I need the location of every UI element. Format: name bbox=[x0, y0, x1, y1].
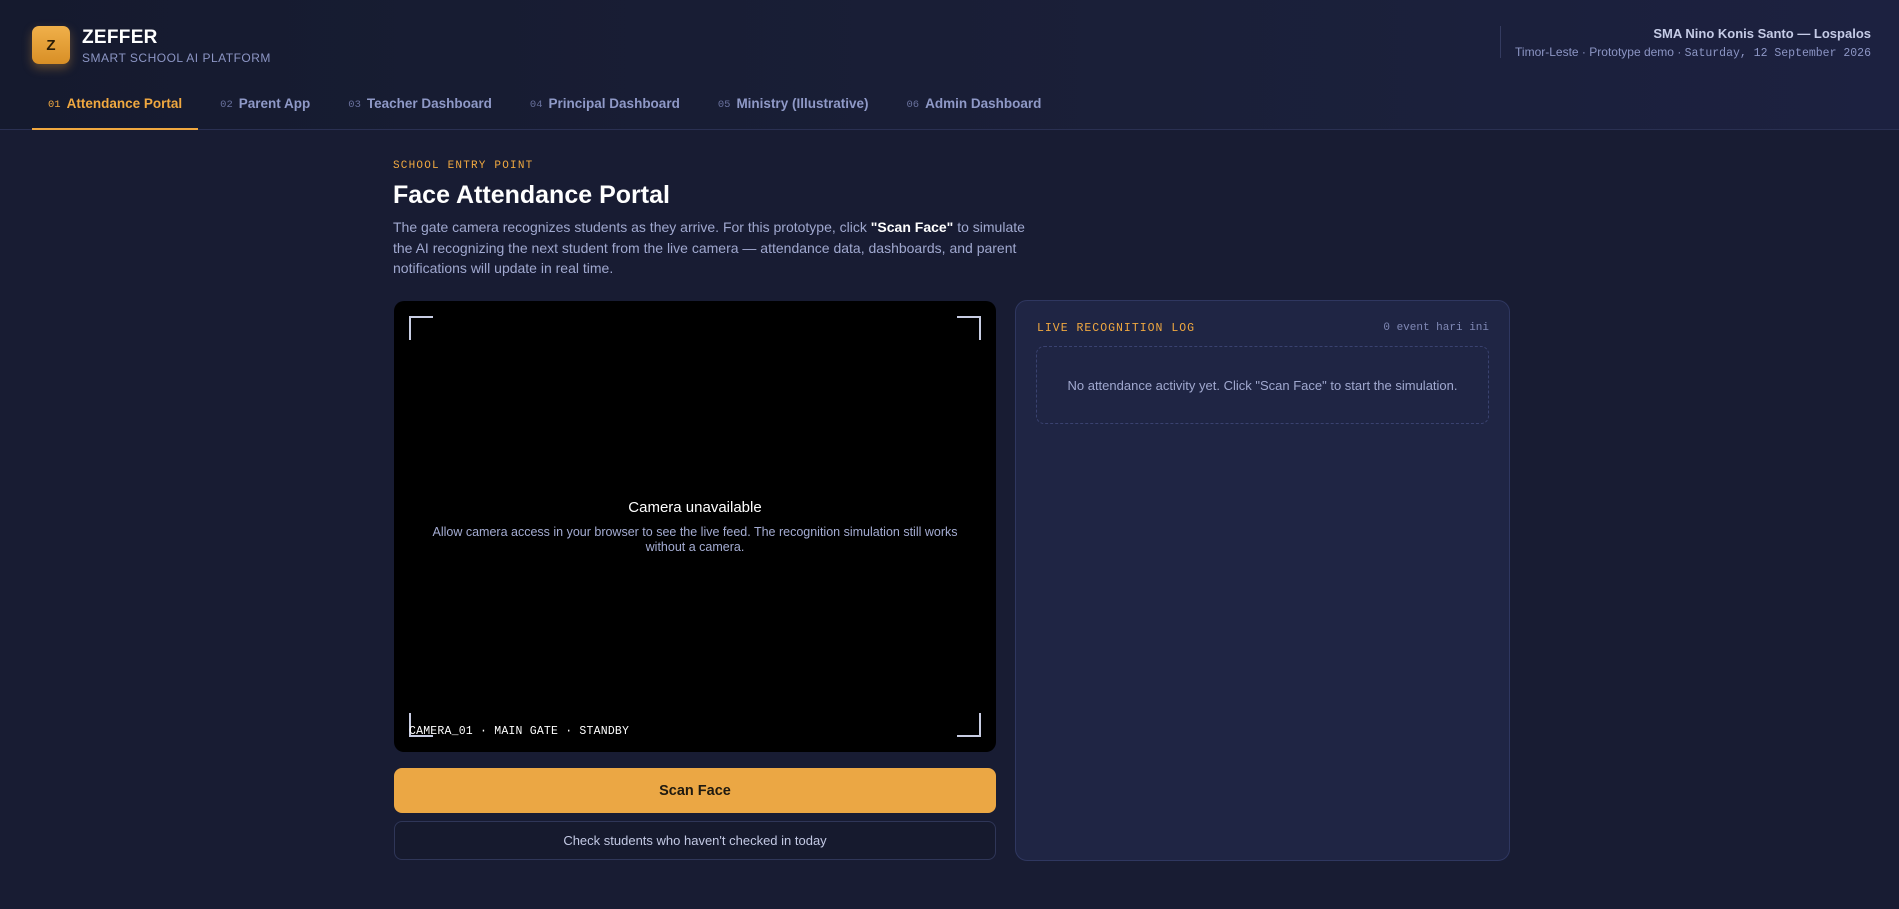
camera-feed: Camera unavailable Allow camera access i… bbox=[394, 301, 996, 752]
recognition-log-panel: LIVE RECOGNITION LOG 0 event hari ini No… bbox=[1015, 300, 1510, 861]
brand-name: ZEFFER bbox=[82, 27, 158, 48]
tab-number: 05 bbox=[717, 99, 731, 111]
camera-status-description: Allow camera access in your browser to s… bbox=[432, 525, 958, 554]
tab-parent-app[interactable]: 02 Parent App bbox=[204, 92, 326, 130]
tab-label: Principal Dashboard bbox=[548, 96, 680, 111]
scan-face-button[interactable]: Scan Face bbox=[394, 768, 996, 813]
tab-label: Admin Dashboard bbox=[925, 96, 1042, 111]
page-intro: The gate camera recognizes students as t… bbox=[393, 217, 1033, 279]
tab-label: Attendance Portal bbox=[66, 96, 183, 111]
intro-text: The gate camera recognizes students as t… bbox=[393, 219, 871, 235]
log-title: LIVE RECOGNITION LOG bbox=[1037, 322, 1196, 335]
intro-highlight: "Scan Face" bbox=[870, 219, 954, 235]
viewfinder-corner-icon bbox=[957, 316, 981, 340]
app-header: Z ZEFFER SMART SCHOOL AI PLATFORM SMA Ni… bbox=[0, 0, 1899, 130]
tab-teacher-dashboard[interactable]: 03 Teacher Dashboard bbox=[332, 92, 508, 130]
brand-subtitle: SMART SCHOOL AI PLATFORM bbox=[82, 51, 271, 65]
log-empty-state: No attendance activity yet. Click "Scan … bbox=[1036, 346, 1489, 424]
logo-icon: Z bbox=[32, 26, 70, 64]
tab-label: Teacher Dashboard bbox=[366, 96, 492, 111]
viewfinder-corner-icon bbox=[957, 713, 981, 737]
tab-label: Ministry (Illustrative) bbox=[736, 96, 869, 111]
tab-principal-dashboard[interactable]: 04 Principal Dashboard bbox=[514, 92, 696, 130]
log-event-count: 0 event hari ini bbox=[1383, 322, 1489, 334]
viewfinder-corner-icon bbox=[409, 316, 433, 340]
camera-label: CAMERA_01 · MAIN GATE · STANDBY bbox=[409, 725, 630, 738]
school-meta-prefix: Timor-Leste · Prototype demo · bbox=[1515, 45, 1685, 59]
tab-number: 03 bbox=[348, 99, 361, 111]
tab-attendance-portal[interactable]: 01 Attendance Portal bbox=[32, 92, 199, 130]
check-missing-students-button[interactable]: Check students who haven't checked in to… bbox=[394, 821, 996, 860]
tab-number: 02 bbox=[220, 99, 233, 111]
section-eyebrow: SCHOOL ENTRY POINT bbox=[393, 160, 534, 172]
current-date: Saturday, 12 September 2026 bbox=[1684, 47, 1871, 60]
school-meta: Timor-Leste · Prototype demo · Saturday,… bbox=[1515, 45, 1871, 60]
school-info: SMA Nino Konis Santo — Lospalos Timor-Le… bbox=[1500, 26, 1871, 60]
tab-ministry[interactable]: 05 Ministry (Illustrative) bbox=[702, 92, 885, 130]
tab-label: Parent App bbox=[238, 96, 311, 111]
school-name: SMA Nino Konis Santo — Lospalos bbox=[1653, 26, 1871, 41]
tab-number: 06 bbox=[906, 99, 920, 111]
tab-admin-dashboard[interactable]: 06 Admin Dashboard bbox=[890, 92, 1057, 130]
camera-status-title: Camera unavailable bbox=[628, 499, 762, 516]
main-nav: 01 Attendance Portal 02 Parent App 03 Te… bbox=[32, 92, 1063, 130]
tab-number: 04 bbox=[529, 99, 543, 111]
tab-number: 01 bbox=[48, 99, 61, 111]
page-title: Face Attendance Portal bbox=[393, 181, 670, 209]
